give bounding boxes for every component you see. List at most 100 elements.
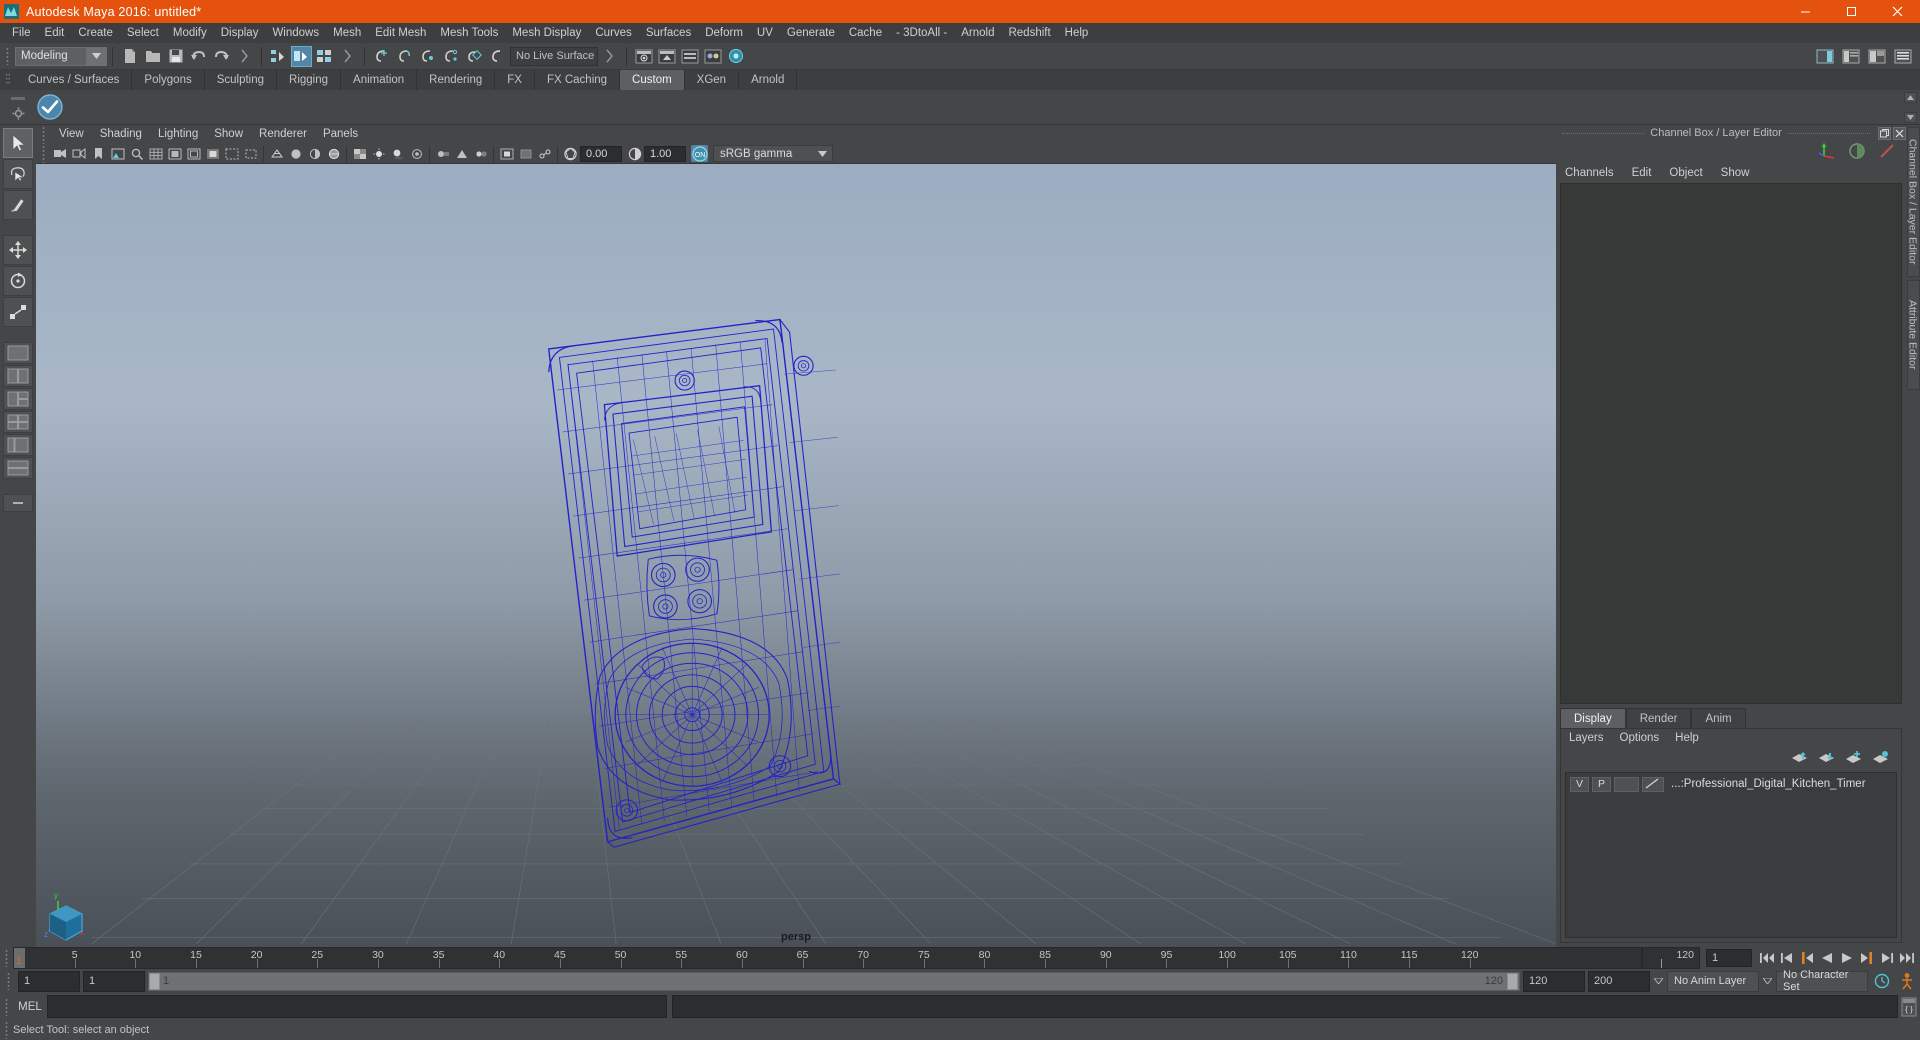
channel-box-toggle-icon[interactable]	[1848, 142, 1866, 163]
range-slider-grip[interactable]	[2, 970, 15, 992]
play-forwards-icon[interactable]	[1838, 949, 1856, 967]
anim-end-field[interactable]: 200	[1588, 970, 1650, 992]
save-scene-icon[interactable]	[165, 46, 186, 67]
rotate-tool-icon[interactable]	[3, 266, 33, 296]
menu-create[interactable]: Create	[71, 23, 120, 43]
layer-row[interactable]: V P ...:Professional_Digital_Kitchen_Timer	[1566, 775, 1896, 793]
gamma-field[interactable]: 1.00	[644, 145, 686, 162]
gate-mask-icon[interactable]	[204, 145, 221, 162]
exposure-icon[interactable]	[562, 145, 579, 162]
menu-edit[interactable]: Edit	[38, 23, 72, 43]
panel-layout-three-pane-icon[interactable]	[3, 388, 33, 410]
panel-layout-two-pane-icon[interactable]	[3, 365, 33, 387]
shelf-tab-polygons[interactable]: Polygons	[132, 70, 205, 90]
character-set-selector[interactable]: No Character Set	[1776, 969, 1868, 993]
menu-arnold[interactable]: Arnold	[954, 23, 1001, 43]
perspective-viewport[interactable]: persp y x z	[36, 164, 1556, 947]
layer-color-swatch[interactable]	[1642, 776, 1664, 792]
maximize-button[interactable]	[1828, 0, 1874, 23]
wireframe-on-shaded-icon[interactable]	[325, 145, 342, 162]
motion-blur-icon[interactable]	[434, 145, 451, 162]
menu-deform[interactable]: Deform	[698, 23, 750, 43]
shelf-tab-arnold[interactable]: Arnold	[739, 70, 798, 90]
step-forward-icon[interactable]	[1878, 949, 1896, 967]
bookmarks-icon[interactable]	[90, 145, 107, 162]
viewport-menu-view[interactable]: View	[51, 125, 92, 144]
close-button[interactable]	[1874, 0, 1920, 23]
open-scene-icon[interactable]	[142, 46, 163, 67]
wireframe-shading-icon[interactable]	[268, 145, 285, 162]
toolbar-expander-icon[interactable]	[234, 46, 255, 67]
layer-menu-layers[interactable]: Layers	[1561, 729, 1612, 748]
undo-icon[interactable]	[188, 46, 209, 67]
shelf-options-gear-icon[interactable]	[12, 107, 25, 123]
safe-title-icon[interactable]	[242, 145, 259, 162]
menu-mesh-display[interactable]: Mesh Display	[505, 23, 588, 43]
viewport-menu-panels[interactable]: Panels	[315, 125, 366, 144]
show-hide-channel-box-icon[interactable]	[1814, 46, 1835, 67]
layer-editor-tab-display[interactable]: Display	[1560, 708, 1626, 728]
xray-joints-icon[interactable]	[536, 145, 553, 162]
dock-tab-attribute-editor[interactable]: Attribute Editor	[1906, 280, 1920, 390]
image-plane-icon[interactable]	[109, 145, 126, 162]
paint-selection-tool-icon[interactable]	[3, 190, 33, 220]
camera-attributes-icon[interactable]	[71, 145, 88, 162]
toolbar-expander-icon[interactable]	[599, 46, 620, 67]
layer-editor-tab-render[interactable]: Render	[1625, 708, 1692, 728]
layer-menu-options[interactable]: Options	[1612, 729, 1668, 748]
command-output-field[interactable]	[672, 995, 1898, 1018]
viewport-menu-show[interactable]: Show	[206, 125, 251, 144]
minimize-button[interactable]	[1782, 0, 1828, 23]
snap-to-projected-center-icon[interactable]	[440, 46, 461, 67]
menu-set-selector[interactable]: Modeling	[15, 46, 107, 66]
shelf-tab-xgen[interactable]: XGen	[684, 70, 740, 90]
channel-box-menu-object[interactable]: Object	[1660, 163, 1711, 183]
menu-3dtoall[interactable]: - 3DtoAll -	[889, 23, 954, 43]
show-hide-tool-settings-icon[interactable]	[1866, 46, 1887, 67]
shelf-overflow-icon[interactable]	[11, 91, 25, 105]
layer-visibility-toggle[interactable]: V	[1570, 776, 1589, 792]
statusbar-grip[interactable]	[3, 45, 12, 67]
show-manipulator-icon[interactable]	[1818, 142, 1836, 163]
anim-layer-selector[interactable]: No Anim Layer	[1667, 970, 1759, 992]
character-set-icon[interactable]	[1896, 972, 1918, 990]
character-set-dropdown-icon[interactable]	[1762, 978, 1773, 984]
step-back-icon[interactable]	[1778, 949, 1796, 967]
menu-help[interactable]: Help	[1058, 23, 1096, 43]
isolate-select-icon[interactable]	[498, 145, 515, 162]
chevron-down-icon[interactable]	[813, 147, 831, 160]
help-line-grip[interactable]	[0, 1020, 13, 1040]
panel-layout-hypergraph-icon[interactable]	[3, 457, 33, 479]
current-frame-field[interactable]: 1	[1706, 949, 1752, 967]
menu-generate[interactable]: Generate	[780, 23, 842, 43]
script-editor-button[interactable]: { }	[1898, 997, 1920, 1017]
exposure-field[interactable]: 0.00	[580, 145, 622, 162]
menu-mesh[interactable]: Mesh	[326, 23, 368, 43]
layer-playback-toggle[interactable]: P	[1592, 776, 1611, 792]
time-slider-track[interactable]: 1 5 10 15 20 25 30 35 40 45 50 55 60 65 70 75 80 85 90 95 1…	[13, 947, 1642, 969]
attribute-editor-toggle-icon[interactable]	[1878, 142, 1896, 163]
move-layer-up-icon[interactable]	[1791, 751, 1808, 767]
command-input-field[interactable]	[47, 995, 667, 1018]
range-end-field[interactable]: 120	[1523, 970, 1585, 992]
channel-box-menu-edit[interactable]: Edit	[1623, 163, 1661, 183]
menu-cache[interactable]: Cache	[842, 23, 889, 43]
render-view-icon[interactable]	[633, 46, 654, 67]
smooth-shade-all-icon[interactable]	[287, 145, 304, 162]
menu-modify[interactable]: Modify	[166, 23, 214, 43]
viewport-menu-lighting[interactable]: Lighting	[150, 125, 206, 144]
irx-render-icon[interactable]	[656, 46, 677, 67]
channel-box-menu-channels[interactable]: Channels	[1556, 163, 1623, 183]
anim-start-field[interactable]: 1	[18, 970, 80, 992]
screen-space-ao-icon[interactable]	[408, 145, 425, 162]
shelf-scroll-down-icon[interactable]	[1904, 112, 1917, 123]
safe-action-icon[interactable]	[223, 145, 240, 162]
two-d-pan-zoom-icon[interactable]	[128, 145, 145, 162]
command-line-grip[interactable]	[0, 993, 13, 1020]
show-hide-outliner-icon[interactable]	[1892, 46, 1913, 67]
ipr-toggle-icon[interactable]	[725, 46, 746, 67]
show-hide-attribute-editor-icon[interactable]	[1840, 46, 1861, 67]
menu-uv[interactable]: UV	[750, 23, 780, 43]
shelf-tab-sculpting[interactable]: Sculpting	[204, 70, 278, 90]
panel-close-icon[interactable]	[1893, 126, 1906, 140]
